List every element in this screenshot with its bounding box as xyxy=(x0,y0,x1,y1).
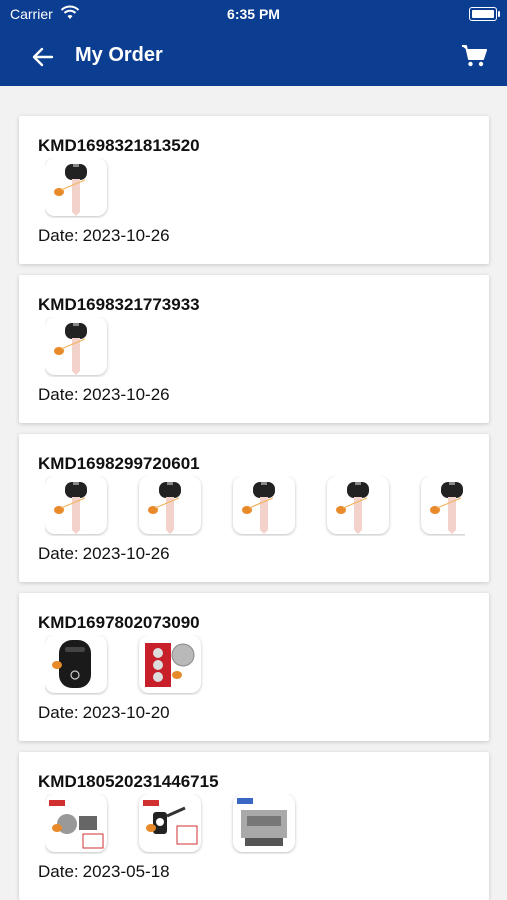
battery-icon xyxy=(469,7,500,21)
nav-bar: My Order xyxy=(0,28,507,86)
date-label: Date: xyxy=(38,862,79,881)
order-card[interactable]: KMD1698321813520 Date: 2023-10-26 xyxy=(19,116,489,264)
key-blade-thumbnail[interactable] xyxy=(45,476,107,534)
key-blade-thumbnail[interactable] xyxy=(45,317,107,375)
order-card[interactable]: KMD180520231446715 Date: 2023-05-18 xyxy=(19,752,489,900)
order-id: KMD1698321813520 xyxy=(38,136,200,155)
order-card[interactable]: KMD1697802073090 Date: 2023-10-20 xyxy=(19,593,489,741)
key-blade-thumbnail[interactable] xyxy=(233,476,295,534)
order-id: KMD1698299720601 xyxy=(38,454,200,473)
order-item-thumbnails xyxy=(45,317,465,377)
order-id: KMD1698321773933 xyxy=(38,295,200,314)
date-value: 2023-10-26 xyxy=(82,544,170,563)
coin-batteries-thumbnail[interactable] xyxy=(139,635,201,693)
key-blade-thumbnail[interactable] xyxy=(421,476,465,534)
key-blade-thumbnail[interactable] xyxy=(327,476,389,534)
order-item-thumbnails xyxy=(45,794,465,854)
order-date: Date: 2023-10-26 xyxy=(38,226,170,246)
order-item-thumbnails xyxy=(45,635,465,695)
page-title: My Order xyxy=(75,44,163,66)
order-id: KMD1697802073090 xyxy=(38,613,200,632)
date-label: Date: xyxy=(38,544,79,563)
order-card[interactable]: KMD1698321773933 Date: 2023-10-26 xyxy=(19,275,489,423)
cart-icon[interactable] xyxy=(461,43,487,69)
date-value: 2023-10-26 xyxy=(82,226,170,245)
date-value: 2023-10-20 xyxy=(82,703,170,722)
status-bar: Carrier 6:35 PM xyxy=(0,0,507,28)
order-card[interactable]: KMD1698299720601 Date: 2023-10-26 xyxy=(19,434,489,582)
date-value: 2023-10-26 xyxy=(82,385,170,404)
back-arrow-icon[interactable] xyxy=(30,44,56,70)
clock: 6:35 PM xyxy=(227,6,280,22)
date-label: Date: xyxy=(38,385,79,404)
order-date: Date: 2023-10-26 xyxy=(38,544,170,564)
remote-fob-thumbnail[interactable] xyxy=(45,635,107,693)
order-id: KMD180520231446715 xyxy=(38,772,219,791)
order-item-thumbnails xyxy=(45,158,465,218)
key-machine-kit-thumbnail[interactable] xyxy=(45,794,107,852)
key-blade-thumbnail[interactable] xyxy=(45,158,107,216)
order-item-thumbnails xyxy=(45,476,465,536)
key-programmer-kit-thumbnail[interactable] xyxy=(139,794,201,852)
order-list: KMD1698321813520 Date: 2023-10-26 KMD169832… xyxy=(0,86,507,900)
date-label: Date: xyxy=(38,703,79,722)
date-value: 2023-05-18 xyxy=(82,862,170,881)
key-blade-thumbnail[interactable] xyxy=(139,476,201,534)
order-date: Date: 2023-05-18 xyxy=(38,862,170,882)
date-label: Date: xyxy=(38,226,79,245)
order-date: Date: 2023-10-26 xyxy=(38,385,170,405)
order-date: Date: 2023-10-20 xyxy=(38,703,170,723)
key-cutting-machine-thumbnail[interactable] xyxy=(233,794,295,852)
